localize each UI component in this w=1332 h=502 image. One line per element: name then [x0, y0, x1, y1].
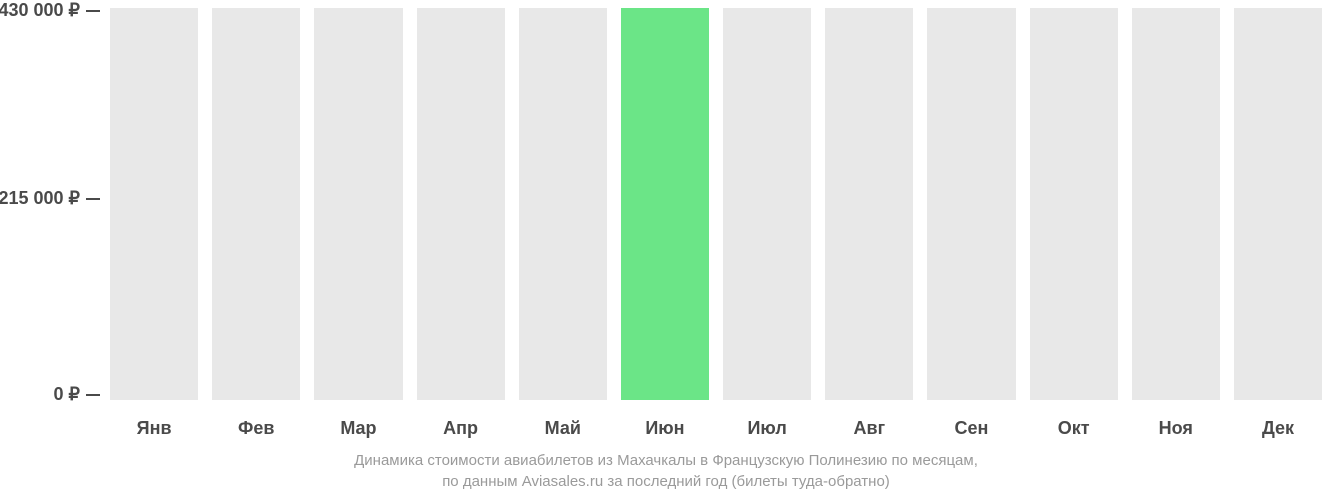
- x-tick-label: Авг: [825, 410, 913, 439]
- bar-column: [417, 8, 505, 400]
- x-tick-label: Апр: [417, 410, 505, 439]
- bar-background: [825, 8, 913, 400]
- y-tick-mid: 215 000 ₽: [0, 188, 100, 209]
- bar-background: [1234, 8, 1322, 400]
- x-tick-label: Дек: [1234, 410, 1322, 439]
- chart-container: 430 000 ₽ 215 000 ₽ 0 ₽ Янв Фев Мар Апр Май И…: [0, 0, 1332, 502]
- bar-background: [621, 8, 709, 400]
- bar-background: [927, 8, 1015, 400]
- y-tick-max: 430 000 ₽: [0, 0, 100, 21]
- x-tick-label: Ноя: [1132, 410, 1220, 439]
- bar-background: [1030, 8, 1118, 400]
- bar-column: [519, 8, 607, 400]
- bar-column: [927, 8, 1015, 400]
- y-tick-mark: [86, 394, 100, 396]
- bar-background: [314, 8, 402, 400]
- bar-value: [621, 8, 709, 400]
- x-tick-label: Фев: [212, 410, 300, 439]
- bar-column: [314, 8, 402, 400]
- y-tick-label: 430 000 ₽: [0, 0, 80, 21]
- caption-line-2: по данным Aviasales.ru за последний год …: [0, 471, 1332, 492]
- bar-column: [110, 8, 198, 400]
- x-tick-label: Мар: [314, 410, 402, 439]
- bar-column: [1234, 8, 1322, 400]
- bar-background: [110, 8, 198, 400]
- y-tick-mark: [86, 198, 100, 200]
- bar-background: [519, 8, 607, 400]
- bar-background: [417, 8, 505, 400]
- bar-column: [212, 8, 300, 400]
- bar-background: [1132, 8, 1220, 400]
- y-axis: 430 000 ₽ 215 000 ₽ 0 ₽: [0, 0, 100, 410]
- y-tick-mark: [86, 10, 100, 12]
- bar-column: [621, 8, 709, 400]
- caption-line-1: Динамика стоимости авиабилетов из Махачк…: [0, 450, 1332, 471]
- plot-area: [110, 8, 1322, 400]
- y-tick-label: 215 000 ₽: [0, 188, 80, 209]
- bar-column: [825, 8, 913, 400]
- bar-column: [1132, 8, 1220, 400]
- bar-column: [1030, 8, 1118, 400]
- x-tick-label: Сен: [927, 410, 1015, 439]
- y-tick-label: 0 ₽: [10, 384, 80, 405]
- x-axis: Янв Фев Мар Апр Май Июн Июл Авг Сен Окт Ноя Дек: [110, 410, 1322, 439]
- bar-background: [723, 8, 811, 400]
- x-tick-label: Июл: [723, 410, 811, 439]
- x-tick-label: Июн: [621, 410, 709, 439]
- x-tick-label: Окт: [1030, 410, 1118, 439]
- bar-background: [212, 8, 300, 400]
- bar-column: [723, 8, 811, 400]
- x-tick-label: Янв: [110, 410, 198, 439]
- x-tick-label: Май: [519, 410, 607, 439]
- y-tick-zero: 0 ₽: [10, 384, 100, 405]
- chart-caption: Динамика стоимости авиабилетов из Махачк…: [0, 450, 1332, 492]
